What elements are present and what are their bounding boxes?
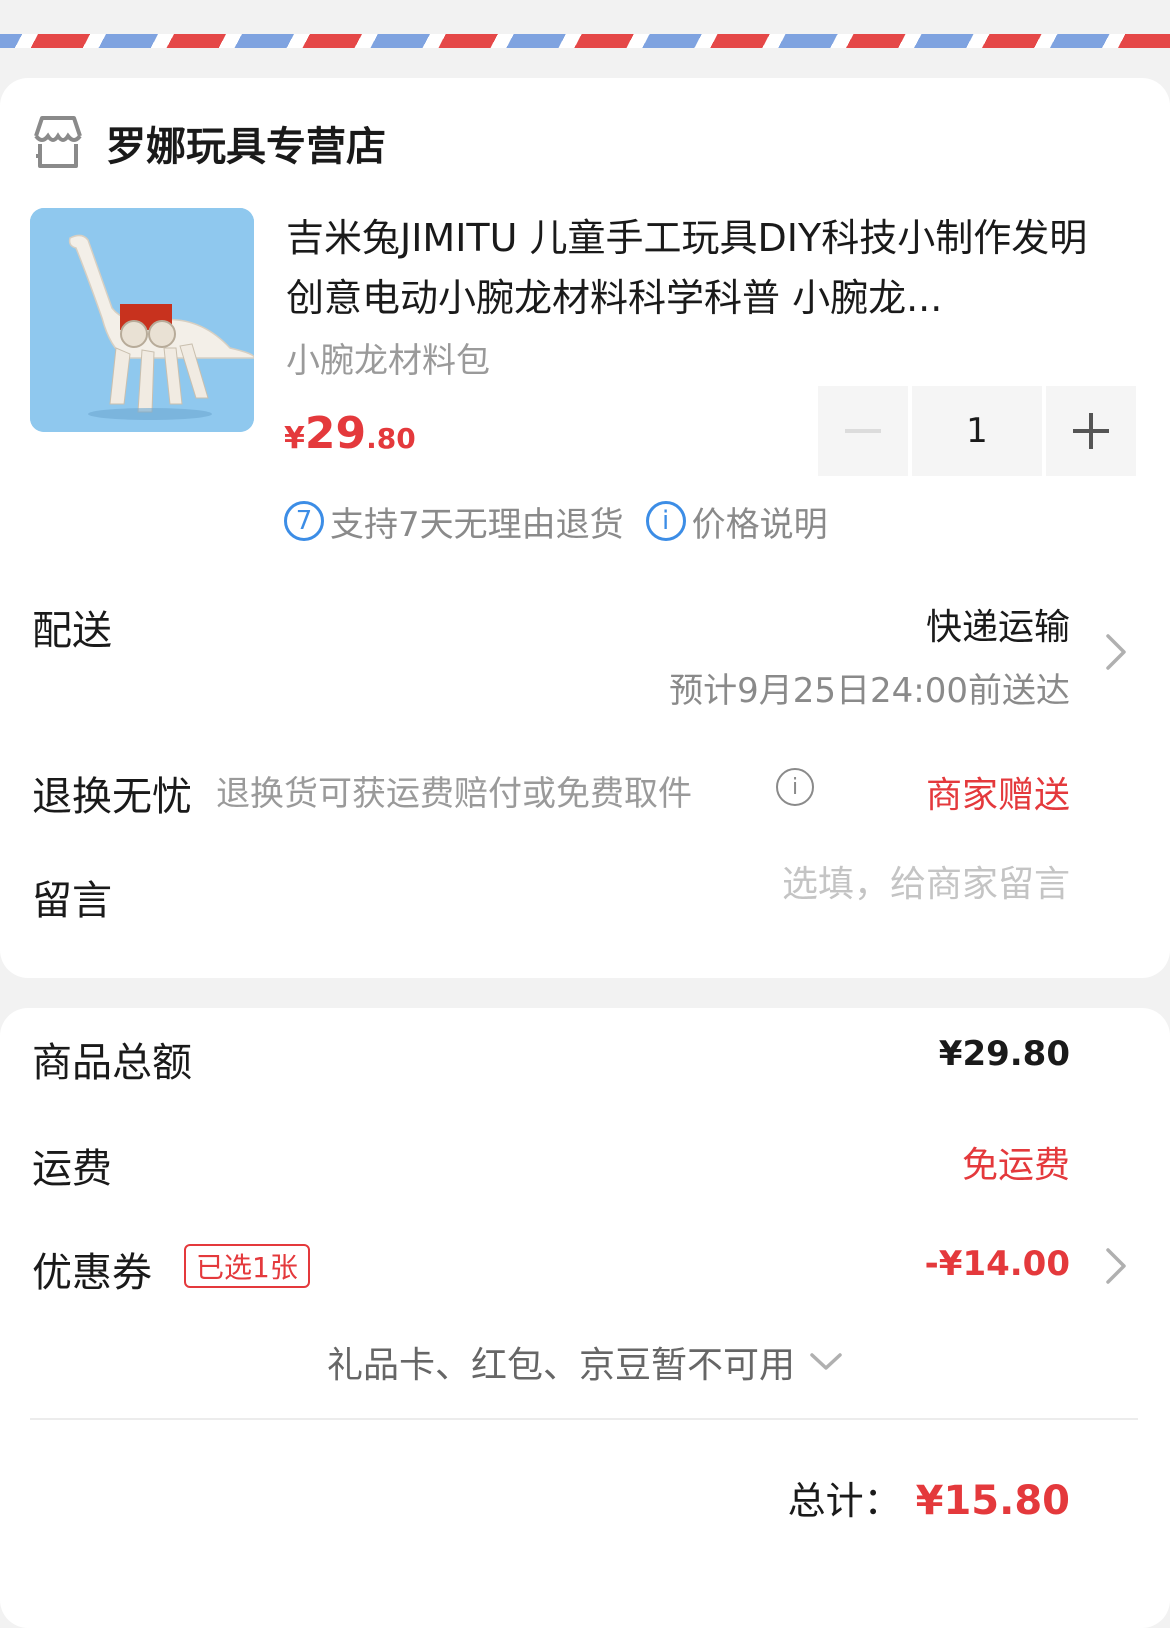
shipping-label: 运费 [32,1146,112,1192]
price-decimal: .80 [366,422,416,455]
order-item-card: 罗娜玩具专营店 吉米兔JIMITU 儿童手工玩具DIY科技小制作发明创意电动小腕… [0,78,1170,978]
decrease-button[interactable] [818,386,908,476]
product-price: ¥29.80 [284,408,416,459]
seven-day-icon: 7 [284,501,324,541]
chevron-right-icon[interactable] [1104,1246,1128,1286]
delivery-method[interactable]: 快递运输 [926,598,1070,650]
delivery-label: 配送 [32,608,112,654]
coupon-label[interactable]: 优惠券 [32,1240,152,1298]
product-variant[interactable]: 小腕龙材料包 [286,333,490,382]
plus-icon [1073,413,1109,449]
return-policy-text[interactable]: 支持7天无理由退货 [330,497,624,546]
product-image[interactable] [30,208,254,432]
message-label: 留言 [32,878,112,924]
goods-total-label: 商品总额 [32,1040,192,1086]
chevron-right-icon[interactable] [1104,632,1128,672]
service-tags: 7 支持7天无理由退货 i 价格说明 [284,496,828,546]
total-label: 总计： [787,1479,902,1523]
info-icon: i [645,501,686,541]
returns-description: 退换货可获运费赔付或免费取件 [216,774,692,814]
order-summary-card: 商品总额 ¥29.80 运费 免运费 优惠券 已选1张 -¥14.00 礼品卡、… [0,1008,1170,1628]
price-note-link[interactable]: 价格说明 [692,497,828,546]
product-title[interactable]: 吉米兔JIMITU 儿童手工玩具DIY科技小制作发明创意电动小腕龙材料科学科普 … [286,208,1106,328]
airmail-border [0,34,1170,48]
total-value: ¥15.80 [915,1478,1070,1524]
coupon-selected-badge: 已选1张 [184,1244,310,1288]
price-symbol: ¥ [284,421,305,456]
message-input[interactable] [650,864,1070,905]
divider [30,1418,1138,1420]
unavailable-payments[interactable]: 礼品卡、红包、京豆暂不可用 [0,1336,1170,1388]
chevron-down-icon [810,1353,842,1370]
shop-name: 罗娜玩具专营店 [106,124,386,170]
order-total: 总计： ¥15.80 [788,1470,1070,1525]
quantity-stepper: 1 [818,386,1136,476]
returns-label: 退换无忧 [32,774,192,820]
minus-icon [845,429,881,433]
delivery-eta: 预计9月25日24:00前送达 [669,671,1070,711]
dinosaur-toy-image [30,208,254,432]
unavailable-text: 礼品卡、红包、京豆暂不可用 [326,1345,795,1386]
shipping-value: 免运费 [961,1145,1070,1186]
price-integer: 29 [304,408,367,459]
returns-info-icon[interactable]: i [776,768,814,806]
store-icon [34,116,82,168]
shop-header[interactable]: 罗娜玩具专营店 [32,110,386,176]
increase-button[interactable] [1046,386,1136,476]
quantity-value[interactable]: 1 [912,386,1042,476]
returns-value: 商家赠送 [925,775,1070,816]
goods-total-value: ¥29.80 [938,1034,1070,1074]
coupon-value[interactable]: -¥14.00 [925,1244,1070,1284]
